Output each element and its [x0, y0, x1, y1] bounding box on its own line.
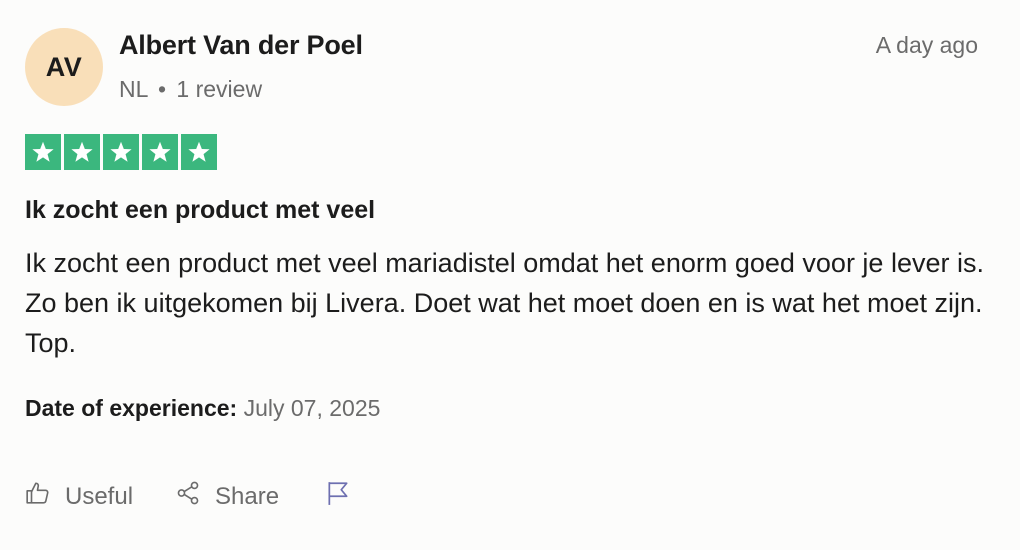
star-icon — [64, 134, 100, 170]
meta-separator: • — [157, 76, 167, 102]
author-country: NL — [119, 76, 148, 102]
review-card: AV Albert Van der Poel NL • 1 review A d… — [0, 0, 1020, 550]
useful-label: Useful — [65, 482, 134, 510]
star-icon — [181, 134, 217, 170]
review-title[interactable]: Ik zocht een product met veel — [25, 196, 375, 225]
review-timestamp: A day ago — [875, 32, 978, 58]
report-button[interactable] — [325, 480, 351, 513]
star-icon — [142, 134, 178, 170]
star-icon — [103, 134, 139, 170]
avatar[interactable]: AV — [25, 28, 103, 106]
review-body: Ik zocht een product met veel mariadiste… — [25, 248, 984, 358]
share-icon — [175, 480, 201, 513]
share-button[interactable]: Share — [175, 480, 279, 513]
author-review-count[interactable]: 1 review — [176, 76, 262, 102]
experience-label: Date of experience: — [25, 395, 238, 421]
date-of-experience: Date of experience: July 07, 2025 — [25, 395, 380, 422]
avatar-initials: AV — [45, 51, 83, 82]
author-meta: NL • 1 review — [119, 76, 262, 103]
star-rating — [25, 134, 217, 170]
experience-date: July 07, 2025 — [243, 395, 381, 421]
useful-button[interactable]: Useful — [25, 480, 133, 513]
thumbs-up-icon — [25, 480, 51, 513]
star-icon — [25, 134, 61, 170]
flag-icon — [325, 480, 351, 513]
review-actions: Useful Share — [25, 480, 393, 513]
author-name[interactable]: Albert Van der Poel — [119, 30, 363, 61]
share-label: Share — [215, 482, 280, 510]
